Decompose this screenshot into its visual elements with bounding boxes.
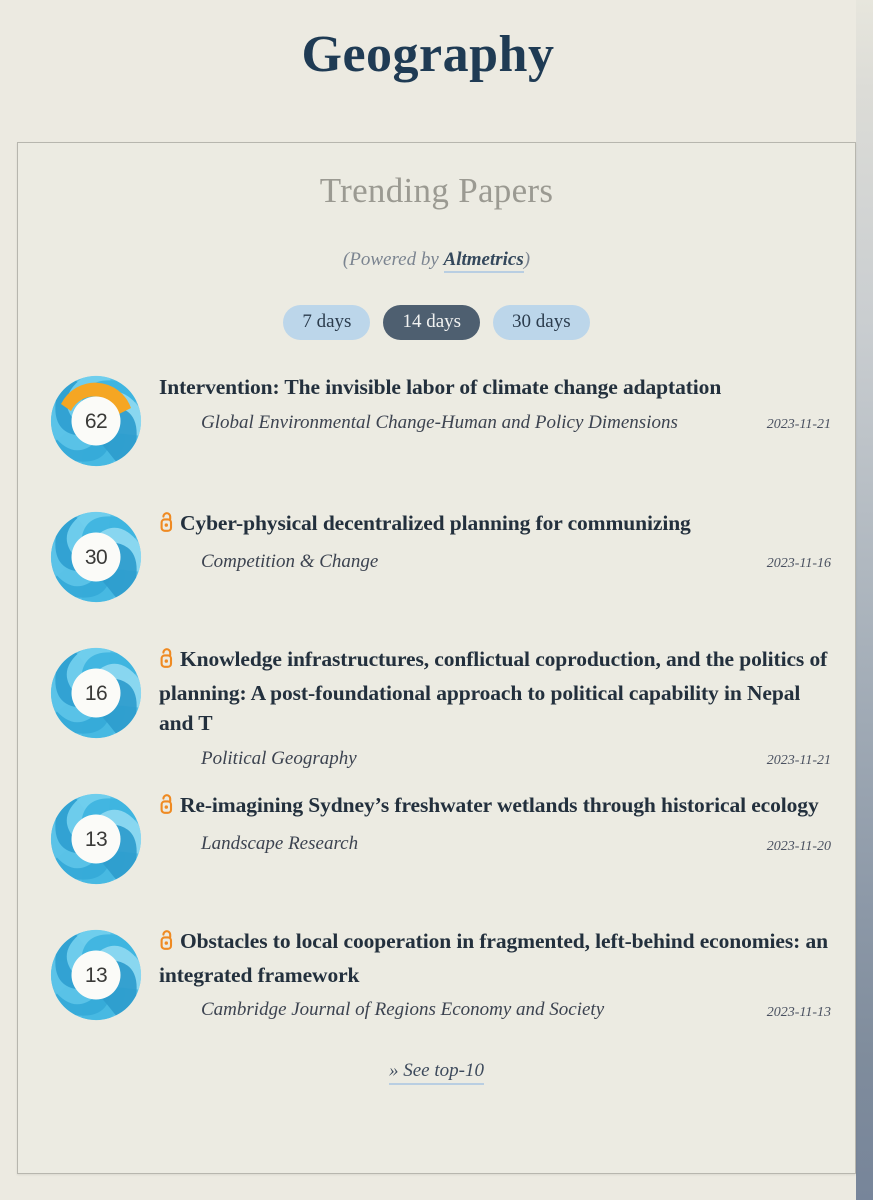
paper-meta: Global Environmental Change-Human and Po…	[159, 412, 831, 435]
open-access-icon	[159, 929, 176, 960]
altmetric-donut-badge[interactable]: 16	[49, 646, 143, 740]
trending-papers-card: Trending Papers (Powered by Altmetrics) …	[17, 142, 856, 1174]
journal-name: Cambridge Journal of Regions Economy and…	[201, 999, 605, 1021]
paper-item: 16 Knowledge infrastructures, conflictual…	[18, 642, 855, 770]
publication-date: 2023-11-20	[766, 838, 831, 854]
journal-name: Competition & Change	[201, 550, 379, 572]
publication-date: 2023-11-21	[766, 753, 831, 769]
paper-meta: Cambridge Journal of Regions Economy and…	[159, 999, 831, 1022]
paper-meta: Landscape Research 2023-11-20	[159, 833, 831, 856]
open-access-icon	[159, 793, 176, 824]
paper-meta: Competition & Change 2023-11-16	[159, 551, 831, 574]
paper-title: Obstacles to local cooperation in fragme…	[159, 926, 831, 990]
altmetric-donut-badge[interactable]: 13	[49, 792, 143, 886]
altmetric-score: 30	[84, 545, 108, 569]
paper-item: 13 Obstacles to local cooperation in frag…	[18, 924, 855, 1042]
paper-title-link[interactable]: Knowledge infrastructures, conflictual c…	[159, 647, 827, 736]
paper-title-link[interactable]: Obstacles to local cooperation in fragme…	[159, 929, 828, 987]
journal-name: Political Geography	[201, 747, 357, 769]
journal-name: Landscape Research	[201, 832, 359, 854]
altmetric-donut-badge[interactable]: 30	[49, 510, 143, 604]
paper-title: Intervention: The invisible labor of cli…	[159, 372, 831, 403]
altmetric-donut-badge[interactable]: 13	[49, 928, 143, 1022]
paper-title: Knowledge infrastructures, conflictual c…	[159, 644, 831, 739]
paper-title: Re-imagining Sydney’s freshwater wetland…	[159, 790, 831, 824]
powered-by-suffix: )	[523, 249, 531, 270]
paper-meta: Political Geography 2023-11-21	[159, 748, 831, 771]
period-option-14-days[interactable]: 14 days	[383, 305, 481, 340]
paper-item: 13 Re-imagining Sydney’s freshwater wetla…	[18, 788, 855, 906]
paper-body: Re-imagining Sydney’s freshwater wetland…	[159, 788, 831, 855]
see-top-10-link[interactable]: » See top-10	[389, 1060, 484, 1086]
paper-body: Obstacles to local cooperation in fragme…	[159, 924, 831, 1022]
paper-body: Intervention: The invisible labor of cli…	[159, 370, 831, 434]
publication-date: 2023-11-16	[766, 556, 831, 572]
paper-item: 62 Intervention: The invisible labor of c…	[18, 370, 855, 488]
paper-title-link[interactable]: Cyber-physical decentralized planning fo…	[180, 511, 691, 535]
altmetric-score: 13	[84, 827, 108, 851]
page-root: Geography Trending Papers (Powered by Al…	[0, 0, 873, 1200]
paper-item: 30 Cyber-physical decentralized planning …	[18, 506, 855, 624]
paper-title-link[interactable]: Intervention: The invisible labor of cli…	[159, 375, 721, 399]
powered-by-prefix: (Powered by	[342, 249, 444, 270]
paper-title-link[interactable]: Re-imagining Sydney’s freshwater wetland…	[180, 793, 819, 818]
paper-body: Cyber-physical decentralized planning fo…	[159, 506, 831, 573]
powered-by-line: (Powered by Altmetrics)	[18, 249, 855, 273]
period-option-7-days[interactable]: 7 days	[283, 305, 371, 340]
publication-date: 2023-11-21	[766, 417, 831, 433]
see-top-10-container: » See top-10	[18, 1060, 855, 1086]
altmetric-score: 16	[84, 681, 108, 705]
paper-body: Knowledge infrastructures, conflictual c…	[159, 642, 831, 770]
altmetric-donut-badge[interactable]: 62	[49, 374, 143, 468]
altmetric-score: 13	[84, 963, 108, 987]
journal-name: Global Environmental Change-Human and Po…	[201, 411, 678, 433]
period-option-30-days[interactable]: 30 days	[493, 305, 590, 340]
period-filter-group: 7 days 14 days 30 days	[18, 305, 855, 340]
vertical-scrollbar[interactable]	[856, 0, 873, 1200]
paper-title: Cyber-physical decentralized planning fo…	[159, 508, 831, 542]
open-access-icon	[159, 647, 176, 678]
open-access-icon	[159, 511, 176, 542]
card-heading: Trending Papers	[319, 171, 554, 210]
paper-list: 62 Intervention: The invisible labor of c…	[18, 370, 855, 1042]
altmetric-score: 62	[84, 409, 108, 433]
page-title: Geography	[301, 26, 555, 83]
altmetrics-link[interactable]: Altmetrics	[443, 249, 524, 273]
publication-date: 2023-11-13	[766, 1005, 831, 1021]
